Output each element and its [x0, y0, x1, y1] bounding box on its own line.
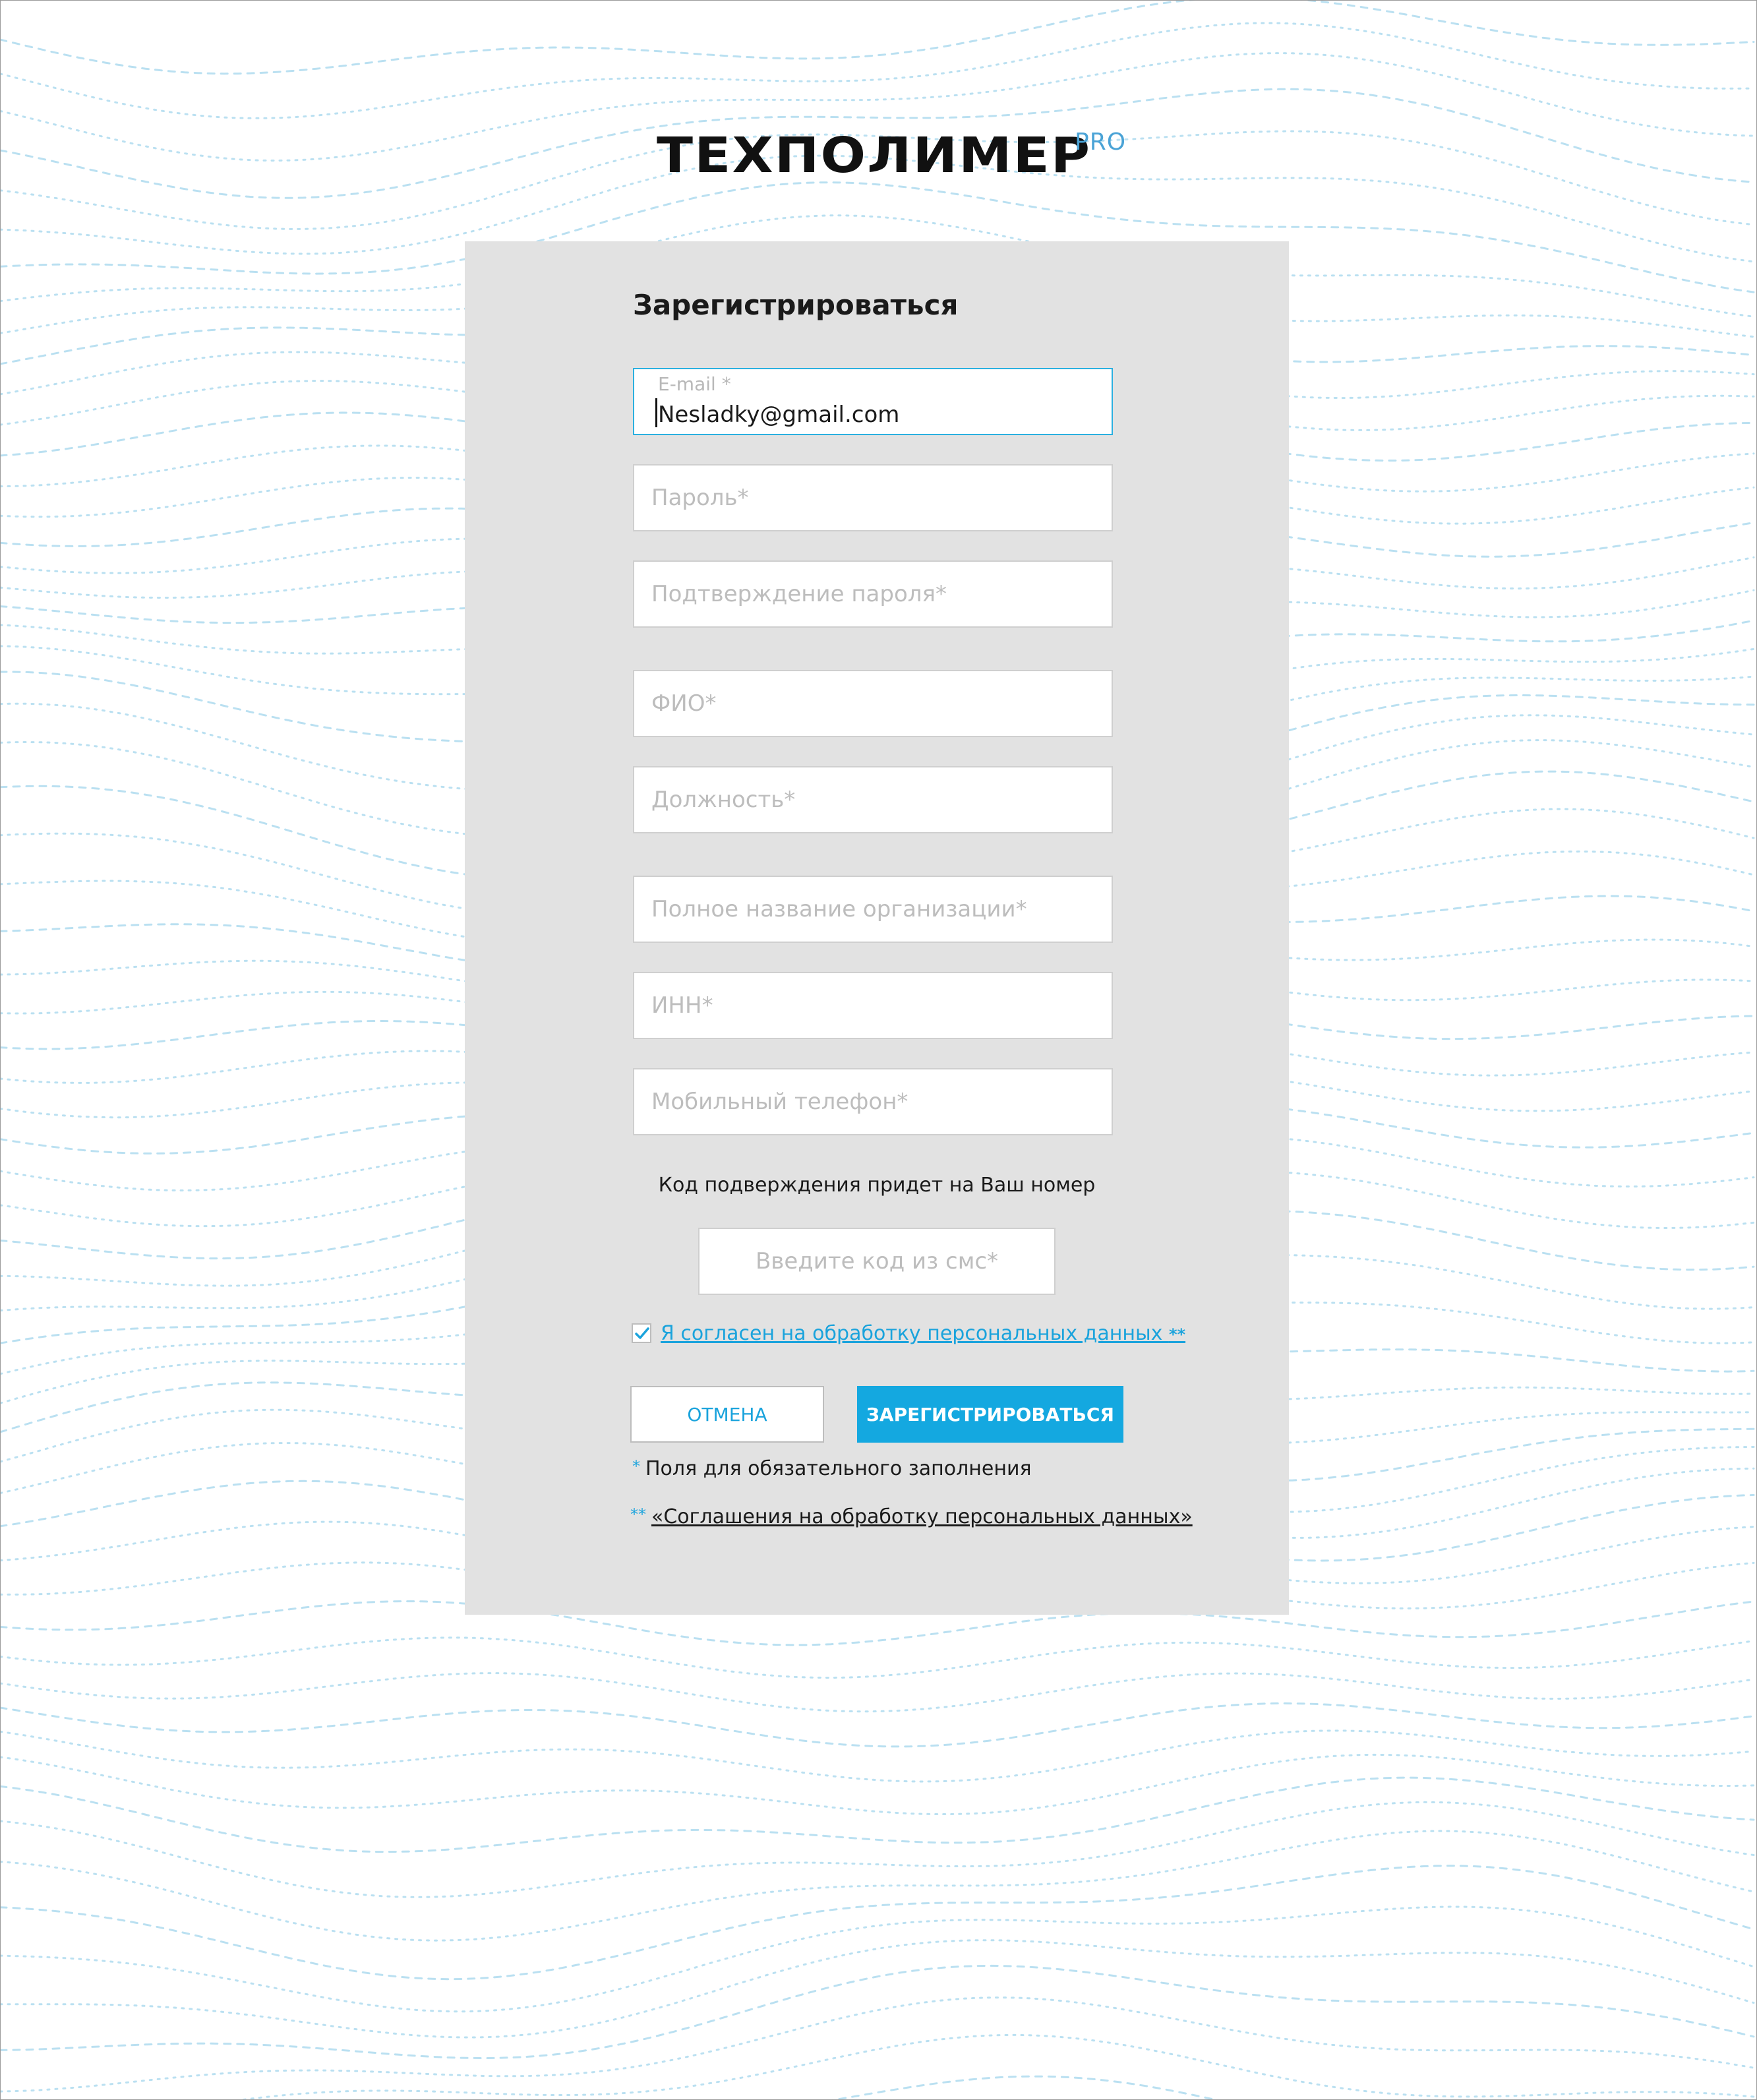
wave-line: [0, 1672, 1755, 1713]
register-button[interactable]: ЗАРЕГИСТРИРОВАТЬСЯ: [857, 1386, 1123, 1443]
sms-code-field[interactable]: [698, 1228, 1056, 1295]
logo-pro-suffix: PRO: [1075, 129, 1127, 156]
wave-line: [0, 1964, 1755, 2060]
checkmark-icon: [635, 1327, 649, 1339]
agreement-note: ** «Соглашения на обработку персональных …: [630, 1505, 1193, 1528]
password-input[interactable]: [634, 465, 1112, 530]
agreement-marker: **: [630, 1505, 646, 1524]
wave-line: [0, 1702, 1755, 1748]
agreement-link[interactable]: «Соглашения на обработку персональных да…: [651, 1505, 1193, 1528]
wave-line: [0, 1801, 1755, 1898]
wave-line: [0, 1939, 1755, 2039]
wave-line: [0, 1865, 1755, 1981]
consent-row: Я согласен на обработку персональных дан…: [632, 1320, 1185, 1346]
required-marker: *: [632, 1457, 640, 1476]
sms-hint: Код подверждения придет на Ваш номер: [658, 1174, 1096, 1197]
password-confirm-field[interactable]: [633, 560, 1113, 628]
wave-line: [0, 1753, 1755, 1815]
consent-marker: **: [1168, 1325, 1186, 1344]
full-name-input[interactable]: [634, 671, 1112, 736]
organization-input[interactable]: [634, 877, 1112, 942]
wave-line: [0, 1830, 1755, 1942]
required-fields-text: Поля для обязательного заполнения: [645, 1457, 1032, 1480]
password-confirm-input[interactable]: [634, 562, 1112, 626]
wave-line: [0, 1729, 1755, 1783]
consent-label: Я согласен на обработку персональных дан…: [661, 1321, 1169, 1345]
registration-card: Зарегистрироваться E-mail * Код подвержд…: [465, 241, 1289, 1615]
inn-field[interactable]: [633, 972, 1113, 1039]
sms-code-input[interactable]: [700, 1229, 1054, 1294]
form-title: Зарегистрироваться: [633, 289, 959, 321]
inn-input[interactable]: [634, 973, 1112, 1038]
wave-line: [0, 22, 1755, 119]
text-caret: [655, 398, 657, 427]
consent-link[interactable]: Я согласен на обработку персональных дан…: [661, 1322, 1185, 1345]
position-field[interactable]: [633, 766, 1113, 833]
wave-line: [0, 1776, 1755, 1853]
wave-line: [0, 1905, 1755, 2013]
wave-line: [0, 1636, 1755, 1679]
cancel-button[interactable]: ОТМЕНА: [630, 1386, 824, 1443]
consent-checkbox[interactable]: [632, 1323, 651, 1343]
phone-field[interactable]: [633, 1068, 1113, 1135]
phone-input[interactable]: [634, 1069, 1112, 1134]
wave-line: [0, 0, 1755, 75]
position-input[interactable]: [634, 767, 1112, 832]
logo-wordmark: ТЕХПОЛИМЕР: [657, 127, 1092, 184]
required-fields-note: * Поля для обязательного заполнения: [632, 1457, 1032, 1480]
organization-field[interactable]: [633, 876, 1113, 943]
password-field[interactable]: [633, 464, 1113, 531]
full-name-field[interactable]: [633, 670, 1113, 737]
email-input[interactable]: [634, 369, 1112, 434]
email-field[interactable]: E-mail *: [633, 368, 1113, 435]
brand-logo: ТЕХПОЛИМЕР PRO: [657, 127, 1138, 184]
